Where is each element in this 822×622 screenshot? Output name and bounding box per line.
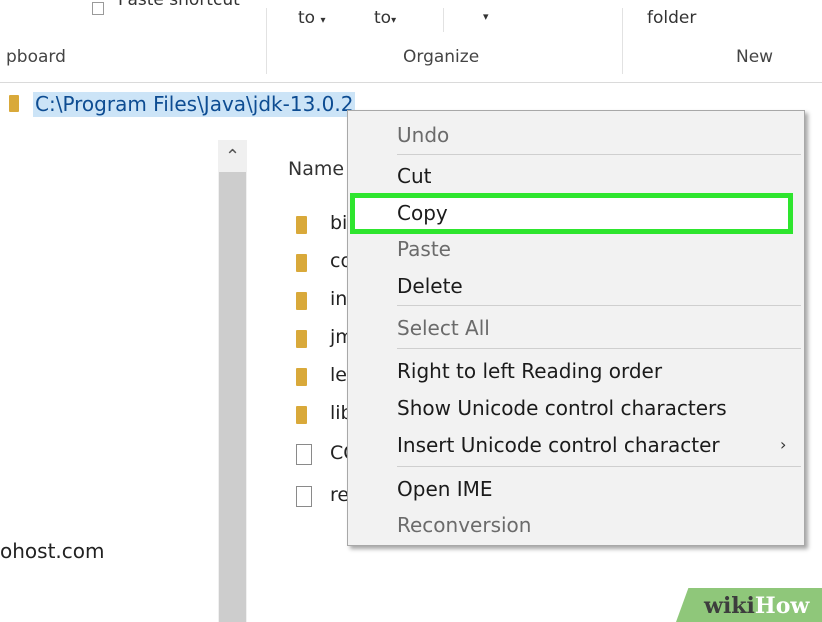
organize-group-label: Organize xyxy=(403,47,480,67)
menu-item-cut[interactable]: Cut xyxy=(348,160,804,194)
file-icon xyxy=(296,486,312,507)
menu-item-label: Reconversion xyxy=(397,513,532,537)
nav-item-host[interactable]: ohost.com xyxy=(0,539,104,563)
folder-icon xyxy=(296,330,307,348)
list-item-name: le xyxy=(330,364,347,386)
menu-separator xyxy=(397,466,801,467)
menu-item-undo[interactable]: Undo xyxy=(348,119,804,153)
menu-separator xyxy=(397,348,801,349)
menu-item-select-all[interactable]: Select All xyxy=(348,312,804,346)
menu-item-label: Undo xyxy=(397,123,450,147)
new-folder-button[interactable]: folder xyxy=(647,8,696,28)
menu-item-paste[interactable]: Paste xyxy=(348,234,804,268)
menu-item-label: Copy xyxy=(397,201,448,225)
paste-shortcut-button[interactable]: Paste shortcut xyxy=(118,0,240,10)
folder-icon xyxy=(9,95,19,112)
menu-item-show-unicode[interactable]: Show Unicode control characters xyxy=(348,392,804,426)
list-item-name: in xyxy=(330,288,348,310)
menu-item-label: Insert Unicode control character xyxy=(397,433,720,457)
menu-item-insert-unicode[interactable]: Insert Unicode control character › xyxy=(348,429,804,463)
menu-item-copy[interactable]: Copy xyxy=(348,197,804,231)
file-icon xyxy=(296,444,312,465)
move-to-label: to xyxy=(298,8,316,28)
ribbon-divider xyxy=(266,8,267,74)
move-to-button[interactable]: to ▾ xyxy=(298,8,326,28)
menu-item-label: Select All xyxy=(397,316,490,340)
ribbon-divider xyxy=(622,8,623,74)
menu-separator xyxy=(397,305,801,306)
menu-item-label: Delete xyxy=(397,274,463,298)
menu-separator xyxy=(397,154,801,155)
watermark-logo: wikiHow xyxy=(704,593,810,619)
menu-item-label: Paste xyxy=(397,237,451,261)
new-group-label: New xyxy=(736,47,774,67)
chevron-down-icon: ▾ xyxy=(483,10,489,23)
menu-item-label: Cut xyxy=(397,164,432,188)
scroll-up-icon[interactable]: ⌃ xyxy=(218,140,247,170)
copy-to-button[interactable]: to▾ xyxy=(374,8,396,28)
menu-item-open-ime[interactable]: Open IME xyxy=(348,473,804,507)
chevron-right-icon: › xyxy=(780,435,787,454)
folder-icon xyxy=(296,216,307,234)
menu-item-delete[interactable]: Delete xyxy=(348,270,804,304)
folder-icon xyxy=(296,406,307,424)
context-menu: Undo Cut Copy Paste Delete Select All Ri… xyxy=(347,110,805,546)
ribbon-divider xyxy=(443,8,444,32)
column-header-name[interactable]: Name xyxy=(288,158,344,180)
folder-icon xyxy=(296,292,307,310)
nav-scrollbar-thumb[interactable] xyxy=(219,172,246,622)
ribbon: Paste shortcut pboard to ▾ to▾ ▾ Organiz… xyxy=(0,0,822,83)
folder-icon xyxy=(296,254,307,272)
menu-item-label: Right to left Reading order xyxy=(397,359,663,383)
clipboard-group-label: pboard xyxy=(6,47,66,67)
paste-shortcut-icon[interactable] xyxy=(92,2,104,15)
menu-item-label: Open IME xyxy=(397,477,493,501)
delete-dropdown-button[interactable]: ▾ xyxy=(483,5,489,25)
list-item-name: bi xyxy=(330,212,348,234)
copy-to-label: to xyxy=(374,8,392,28)
chevron-down-icon: ▾ xyxy=(391,15,397,26)
chevron-down-icon: ▾ xyxy=(320,15,326,26)
address-input[interactable]: C:\Program Files\Java\jdk-13.0.2 xyxy=(33,92,356,117)
menu-item-reconversion[interactable]: Reconversion xyxy=(348,509,804,543)
menu-item-label: Show Unicode control characters xyxy=(397,396,727,420)
menu-item-rtl-reading-order[interactable]: Right to left Reading order xyxy=(348,355,804,389)
folder-icon xyxy=(296,368,307,386)
